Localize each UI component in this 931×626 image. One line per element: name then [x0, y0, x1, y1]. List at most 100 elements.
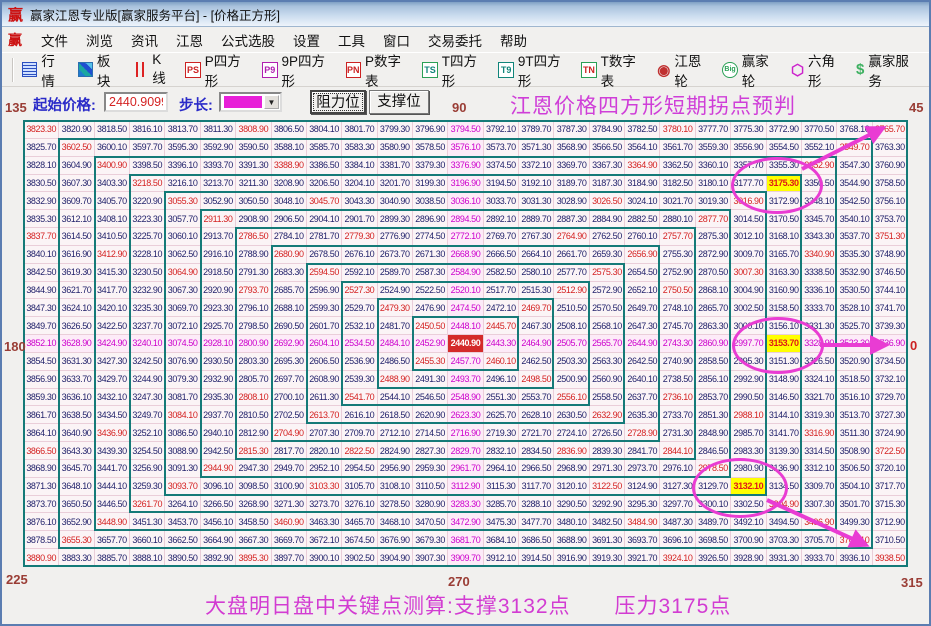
grid-cell: 2488.90 [377, 370, 413, 389]
grid-cell: 2515.30 [519, 281, 555, 300]
grid-cell: 3021.70 [660, 192, 696, 211]
grid-cell: 2762.50 [589, 228, 626, 246]
menu-item[interactable]: 江恩 [167, 28, 212, 52]
grid-cell: 3844.90 [24, 281, 60, 300]
grid-cell: 3856.90 [24, 370, 60, 389]
grid-cell: 3568.90 [554, 138, 590, 157]
start-price-input[interactable] [104, 92, 168, 112]
grid-cell: 2880.10 [660, 210, 696, 229]
grid-cell: 3876.10 [24, 513, 60, 532]
menu-item[interactable]: 交易委托 [419, 28, 491, 52]
grid-cell: 3381.70 [377, 156, 413, 175]
kline-button[interactable]: K线 [133, 52, 172, 87]
service-button[interactable]: $ 赢家服务 [856, 50, 916, 90]
grid-cell: 3024.10 [625, 192, 661, 211]
grid-cell: 2808.10 [236, 388, 272, 407]
grid-cell: 2769.70 [483, 228, 520, 246]
9t-square-button[interactable]: T9 9T四方形 [498, 50, 568, 90]
menu-item[interactable]: 设置 [284, 28, 329, 52]
menu-item[interactable]: 浏览 [77, 28, 122, 52]
grid-cell: 2834.50 [519, 442, 555, 460]
grid-cell: 2563.30 [589, 352, 626, 371]
grid-cell: 3444.10 [94, 477, 131, 496]
t-square-button[interactable]: TS T四方形 [422, 50, 485, 90]
grid-cell: 2620.90 [412, 406, 449, 425]
grid-cell: 3295.30 [625, 495, 661, 514]
t-table-button[interactable]: TN T数字表 [581, 50, 644, 90]
grid-cell: 3052.90 [200, 192, 237, 211]
grid-cell: 2822.50 [342, 442, 378, 460]
grid-cell: 2920.90 [200, 281, 237, 300]
menu-item[interactable]: 窗口 [374, 28, 419, 52]
sectors-button[interactable]: 板块 [78, 50, 120, 90]
p-square-button[interactable]: PS P四方形 [185, 50, 249, 90]
grid-cell: 3307.30 [801, 495, 838, 514]
grid-cell: 2863.30 [695, 317, 732, 336]
menu-item[interactable]: 资讯 [122, 28, 167, 52]
grid-cell: 3775.30 [731, 121, 767, 139]
menu-item[interactable]: 工具 [329, 28, 374, 52]
grid-cell: 2565.70 [589, 335, 626, 353]
hexagon-button[interactable]: ⬡ 六角形 [791, 50, 843, 90]
grid-cell: 3472.90 [448, 513, 484, 532]
grid-cell: 3592.90 [200, 138, 237, 157]
quotes-button[interactable]: 行情 [22, 50, 65, 90]
grid-cell: 2896.90 [412, 210, 449, 229]
grid-cell: 3559.30 [695, 138, 732, 157]
grid-cell: 2798.50 [236, 317, 272, 336]
grid-cell: 3597.70 [130, 138, 166, 157]
support-button[interactable]: 支撑位 [369, 90, 429, 114]
grid-cell: 3105.70 [342, 477, 378, 496]
9p-square-button[interactable]: P9 9P四方形 [262, 50, 333, 90]
step-combobox[interactable]: ▼ [219, 92, 282, 112]
grid-cell: 3830.50 [24, 174, 60, 193]
grid-cell: 2928.10 [200, 335, 237, 353]
grid-cell: 2779.30 [342, 228, 378, 246]
grid-cell: 3914.50 [519, 549, 555, 567]
grid-cell: 3004.90 [731, 281, 767, 300]
grid-cell: 3064.90 [165, 263, 201, 282]
grid-cell: 3847.30 [24, 299, 60, 318]
combo-dropdown-arrow-icon[interactable]: ▼ [264, 95, 279, 109]
grid-cell: 2671.30 [412, 245, 449, 264]
grid-cell: 2472.10 [483, 299, 520, 318]
resistance-button[interactable]: 阻力位 [310, 90, 366, 114]
grid-cell: 3499.30 [837, 513, 873, 532]
grid-cell: 3919.30 [589, 549, 626, 567]
grid-cell: 3072.10 [165, 317, 201, 336]
grid-cell: 3652.90 [59, 513, 95, 532]
grid-cell: 2786.50 [236, 228, 272, 246]
grid-cell: 2568.10 [589, 317, 626, 336]
p-table-button[interactable]: PN P数字表 [345, 50, 410, 90]
grid-cell: 3672.10 [306, 531, 343, 550]
wheel-icon: ◉ [657, 61, 671, 79]
grid-cell: 2964.10 [483, 459, 520, 478]
grid-cell: 3595.30 [165, 138, 201, 157]
grid-cell: 3230.50 [130, 263, 166, 282]
grid-cell: 2596.90 [306, 281, 343, 300]
grid-cell: 2990.50 [731, 388, 767, 407]
grid-cell: 3818.50 [94, 121, 131, 139]
grid-cell: 3175.30 [766, 174, 802, 193]
grid-cell: 3489.70 [695, 513, 732, 532]
grid-cell: 2829.70 [448, 442, 484, 460]
gann-wheel-button[interactable]: ◉ 江恩轮 [657, 50, 709, 90]
menu-bar: 赢 文件 浏览 资讯 江恩 公式选股 设置 工具 窗口 交易委托 帮助 [2, 28, 929, 52]
winner-wheel-button[interactable]: Big 赢家轮 [722, 50, 778, 90]
grid-cell: 3655.30 [59, 531, 95, 550]
grid-cell: 3619.30 [59, 263, 95, 282]
grid-cell: 3475.30 [483, 513, 520, 532]
dollar-icon: $ [856, 61, 865, 78]
grid-cell: 3415.30 [94, 263, 131, 282]
menu-item[interactable]: 公式选股 [212, 28, 284, 52]
grid-cell: 2539.30 [342, 370, 378, 389]
menu-item[interactable]: 文件 [32, 28, 77, 52]
grid-cell: 3108.10 [377, 477, 413, 496]
grid-cell: 3736.90 [872, 335, 908, 353]
grid-cell: 3300.10 [695, 495, 732, 514]
menu-item[interactable]: 帮助 [491, 28, 536, 52]
grid-cell: 2767.30 [519, 228, 555, 246]
grid-cell: 3681.70 [448, 531, 484, 550]
grid-cell: 3880.90 [24, 549, 60, 567]
grid-cell: 3571.30 [519, 138, 555, 157]
